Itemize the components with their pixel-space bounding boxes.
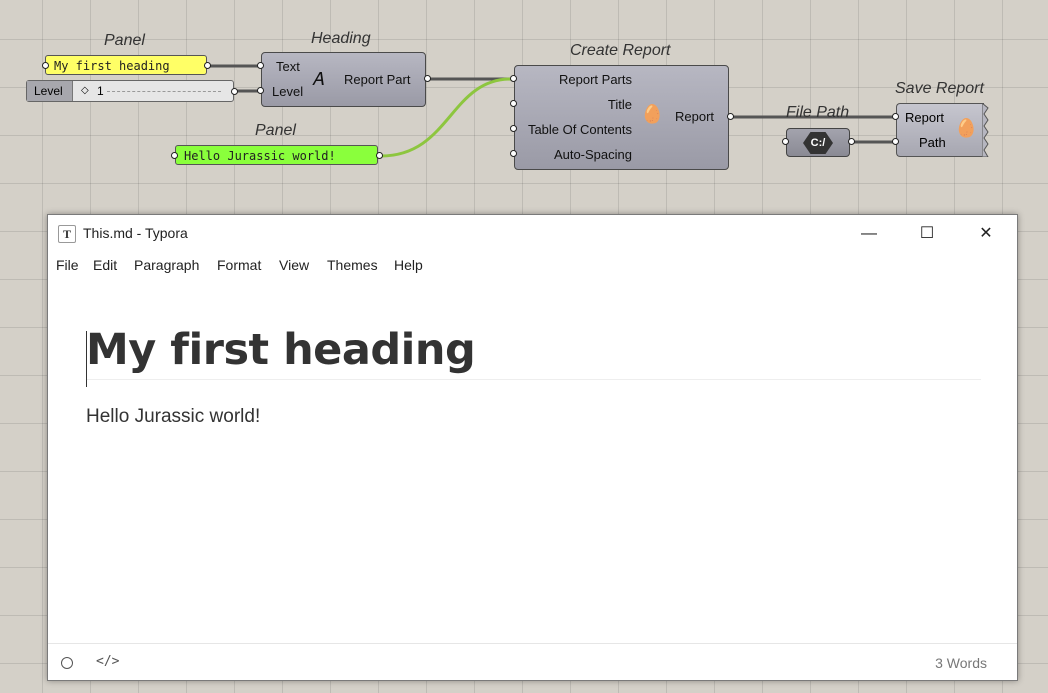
toc-port[interactable] — [510, 125, 517, 132]
save-report-port[interactable] — [892, 113, 899, 120]
document-area[interactable]: My first heading Hello Jurassic world! — [86, 325, 981, 428]
save-input-report: Report — [905, 110, 945, 125]
save-input-path: Path — [919, 135, 946, 150]
heading-title: Heading — [311, 30, 371, 47]
document-heading-text: My first heading — [86, 325, 476, 375]
title-port[interactable] — [510, 100, 517, 107]
level-slider[interactable]: Level ◇ 1 — [26, 80, 234, 102]
egg-icon: 🥚 — [641, 104, 664, 124]
save-jagged-edge — [982, 103, 989, 157]
panel1-title: Panel — [104, 32, 145, 49]
menu-paragraph[interactable]: Paragraph — [134, 257, 199, 273]
save-path-port[interactable] — [892, 138, 899, 145]
heading-input-level: Level — [272, 84, 304, 99]
panel1-input-port[interactable] — [42, 62, 49, 69]
typora-window: T This.md - Typora — ☐ ✕ File Edit Parag… — [47, 214, 1018, 681]
menu-edit[interactable]: Edit — [93, 257, 117, 273]
slider-diamond-icon: ◇ — [81, 85, 89, 96]
menu-help[interactable]: Help — [394, 257, 423, 273]
file-path-output-port[interactable] — [848, 138, 855, 145]
file-path-icon: C:/ — [803, 132, 833, 154]
panel1-output-port[interactable] — [204, 62, 211, 69]
input-auto-spacing: Auto-Spacing — [553, 147, 632, 162]
heading-output-report-part: Report Part — [344, 72, 411, 87]
menu-file[interactable]: File — [56, 257, 79, 273]
file-path-input-port[interactable] — [782, 138, 789, 145]
grasshopper-canvas: Panel My first heading Level ◇ 1 Heading… — [0, 0, 1048, 215]
panel2-input-port[interactable] — [171, 152, 178, 159]
menu-bar: File Edit Paragraph Format View Themes H… — [48, 253, 1017, 279]
file-path-component[interactable]: C:/ — [786, 128, 850, 157]
window-title: This.md - Typora — [83, 225, 188, 241]
input-table-of-contents: Table Of Contents — [527, 122, 632, 137]
level-slider-value: 1 — [97, 84, 104, 98]
report-parts-port[interactable] — [510, 75, 517, 82]
heading-output-port[interactable] — [424, 75, 431, 82]
document-paragraph[interactable]: Hello Jurassic world! — [86, 406, 981, 428]
panel2-title: Panel — [255, 122, 296, 139]
slider-output-port[interactable] — [231, 88, 238, 95]
heading-a-icon: 𝐴 — [312, 69, 324, 89]
word-count[interactable]: 3 Words — [935, 655, 987, 671]
save-report-title: Save Report — [895, 80, 984, 97]
report-output-port[interactable] — [727, 113, 734, 120]
panel2-output-port[interactable] — [376, 152, 383, 159]
heading-component[interactable]: Text Level 𝐴 Report Part — [261, 52, 426, 107]
save-egg-icon: 🥚 — [955, 118, 978, 138]
menu-view[interactable]: View — [279, 257, 309, 273]
panel-hello-jurassic[interactable]: Hello Jurassic world! — [175, 145, 378, 165]
heading-text-port[interactable] — [257, 62, 264, 69]
menu-format[interactable]: Format — [217, 257, 261, 273]
outline-toggle-icon[interactable] — [61, 657, 73, 669]
typora-app-icon: T — [58, 225, 76, 243]
source-code-mode-icon[interactable]: </> — [96, 654, 119, 669]
output-report: Report — [675, 109, 715, 124]
panel-my-first-heading[interactable]: My first heading — [45, 55, 207, 75]
auto-spacing-port[interactable] — [510, 150, 517, 157]
save-report-component[interactable]: Report Path 🥚 — [896, 103, 984, 157]
level-slider-label: Level — [27, 81, 73, 101]
document-heading[interactable]: My first heading — [86, 325, 981, 387]
create-report-title: Create Report — [570, 42, 671, 59]
close-button[interactable]: ✕ — [957, 215, 1015, 253]
title-bar[interactable]: T This.md - Typora — ☐ ✕ — [48, 215, 1017, 253]
menu-themes[interactable]: Themes — [327, 257, 378, 273]
minimize-button[interactable]: — — [840, 215, 898, 253]
heading-input-text: Text — [276, 59, 300, 74]
input-title: Title — [607, 97, 632, 112]
slider-track[interactable] — [107, 91, 221, 93]
maximize-button[interactable]: ☐ — [898, 215, 956, 253]
status-bar: </> 3 Words — [48, 643, 1017, 680]
create-report-component[interactable]: Report Parts Title Table Of Contents Aut… — [514, 65, 729, 170]
text-caret — [86, 331, 87, 387]
heading-level-port[interactable] — [257, 87, 264, 94]
file-path-title: File Path — [786, 104, 850, 121]
input-report-parts: Report Parts — [559, 72, 632, 87]
